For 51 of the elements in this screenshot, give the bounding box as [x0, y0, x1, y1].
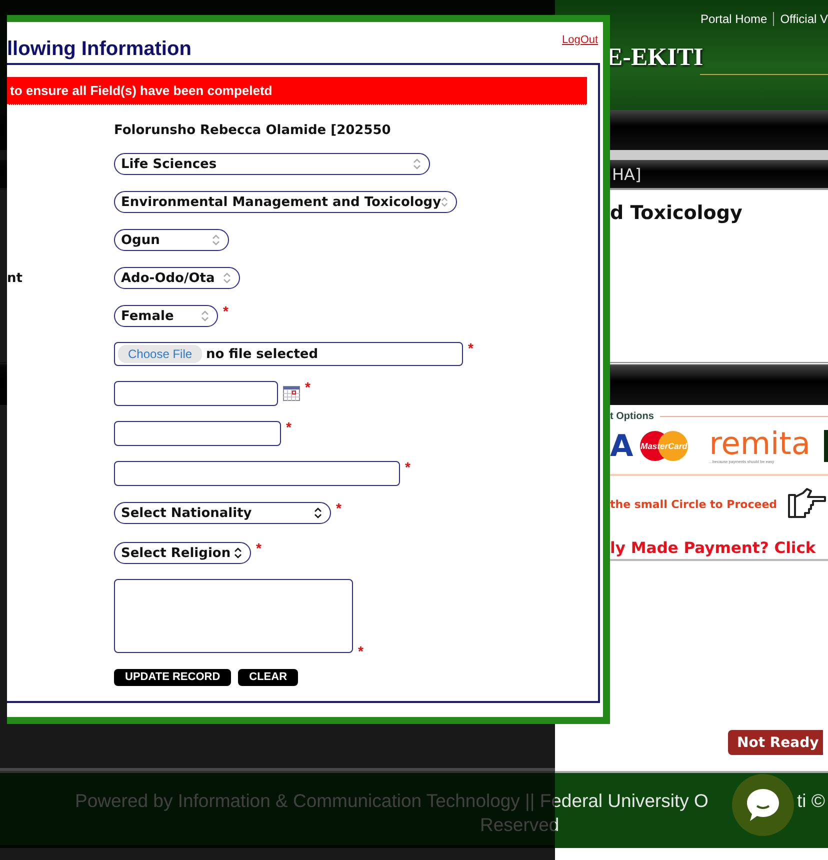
- dialog-title: llowing Information: [7, 38, 192, 61]
- select-field[interactable]: Life Sciences: [114, 153, 430, 175]
- required-mark: *: [468, 342, 474, 354]
- select-field[interactable]: Ogun: [114, 229, 229, 251]
- header-link[interactable]: Official V: [780, 12, 828, 26]
- payment-logo-icon: [824, 430, 828, 462]
- required-mark: *: [336, 502, 342, 514]
- proceed-instruction: the small Circle to Proceed: [610, 498, 778, 510]
- chevron-icon: [201, 310, 209, 322]
- not-ready-button[interactable]: Not Ready: [728, 730, 823, 755]
- alert-banner: to ensure all Field(s) have been compeletd: [7, 77, 587, 105]
- chat-bubble-icon: [744, 786, 782, 824]
- required-mark: *: [405, 460, 410, 472]
- select-field[interactable]: Ado-Odo/Ota: [114, 267, 240, 289]
- required-mark: *: [256, 542, 262, 554]
- calendar-icon[interactable]: [283, 386, 300, 400]
- field-label: nt: [7, 271, 22, 286]
- student-name: Folorunsho Rebecca Olamide [202550: [114, 122, 391, 138]
- chevron-icon: [314, 507, 322, 519]
- required-mark: *: [286, 420, 292, 432]
- file-field[interactable]: Choose File no file selected: [114, 342, 463, 366]
- text-field[interactable]: [114, 460, 400, 486]
- visa-logo: A: [610, 428, 634, 464]
- site-title: E-EKITI: [606, 44, 704, 72]
- text-field[interactable]: [114, 420, 281, 446]
- chevron-icon: [212, 234, 220, 246]
- select-field[interactable]: Select Nationality: [114, 502, 331, 524]
- select-field[interactable]: Female: [114, 305, 218, 327]
- header-link[interactable]: Portal Home: [700, 12, 768, 26]
- remita-logo: remita: [709, 428, 810, 458]
- chevron-icon: [234, 547, 242, 559]
- required-mark: *: [305, 380, 310, 392]
- payment-options-label: t Options: [610, 411, 654, 422]
- select-field[interactable]: Environmental Management and Toxicology: [114, 191, 457, 213]
- logout-link[interactable]: LogOut: [562, 34, 598, 46]
- form-button[interactable]: CLEAR: [238, 668, 298, 686]
- footer-text: ti ©: [796, 790, 825, 812]
- pointing-hand-icon: [787, 487, 828, 521]
- text-area[interactable]: [114, 579, 353, 653]
- payment-link[interactable]: ly Made Payment? Click: [610, 539, 828, 557]
- required-mark: *: [358, 645, 364, 657]
- footer-text: Reserved: [480, 814, 560, 835]
- chevron-icon: [413, 158, 421, 170]
- chevron-icon: [223, 272, 231, 284]
- select-field[interactable]: Select Religion: [114, 542, 251, 564]
- bar-text: HA]: [612, 164, 642, 184]
- date-field[interactable]: [114, 380, 278, 406]
- form-button[interactable]: UPDATE RECORD: [114, 668, 232, 686]
- chevron-icon: [441, 196, 448, 208]
- page-heading: d Toxicology: [610, 202, 742, 224]
- required-mark: *: [223, 305, 228, 317]
